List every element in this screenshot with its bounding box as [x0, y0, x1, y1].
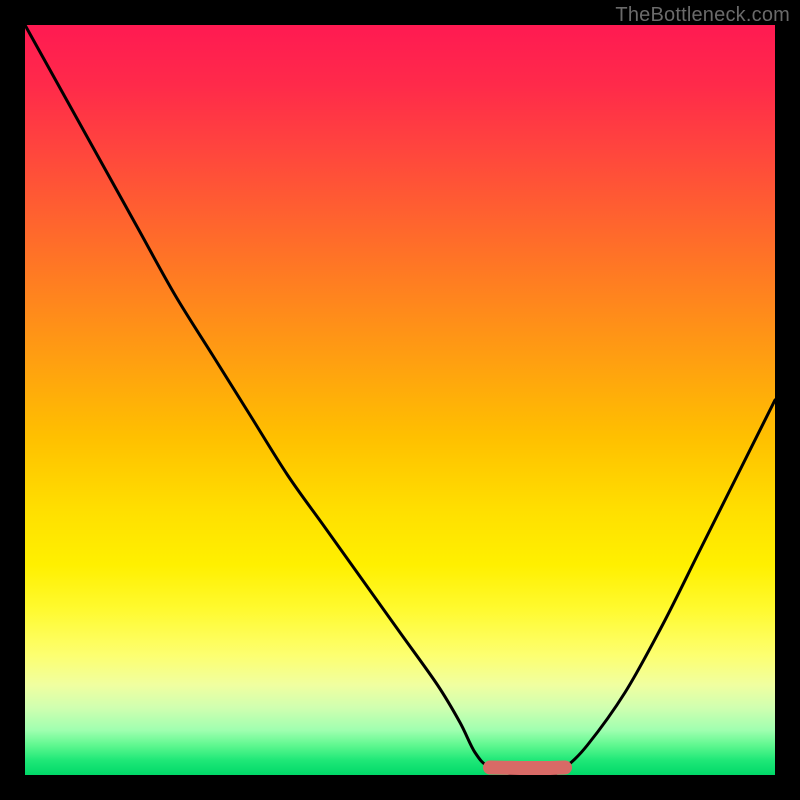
optimal-range-marker — [490, 768, 565, 769]
watermark-text: TheBottleneck.com — [615, 4, 790, 27]
curve-layer — [25, 25, 775, 775]
chart-frame: TheBottleneck.com — [0, 0, 800, 800]
plot-area — [25, 25, 775, 775]
bottleneck-curve — [25, 25, 775, 775]
